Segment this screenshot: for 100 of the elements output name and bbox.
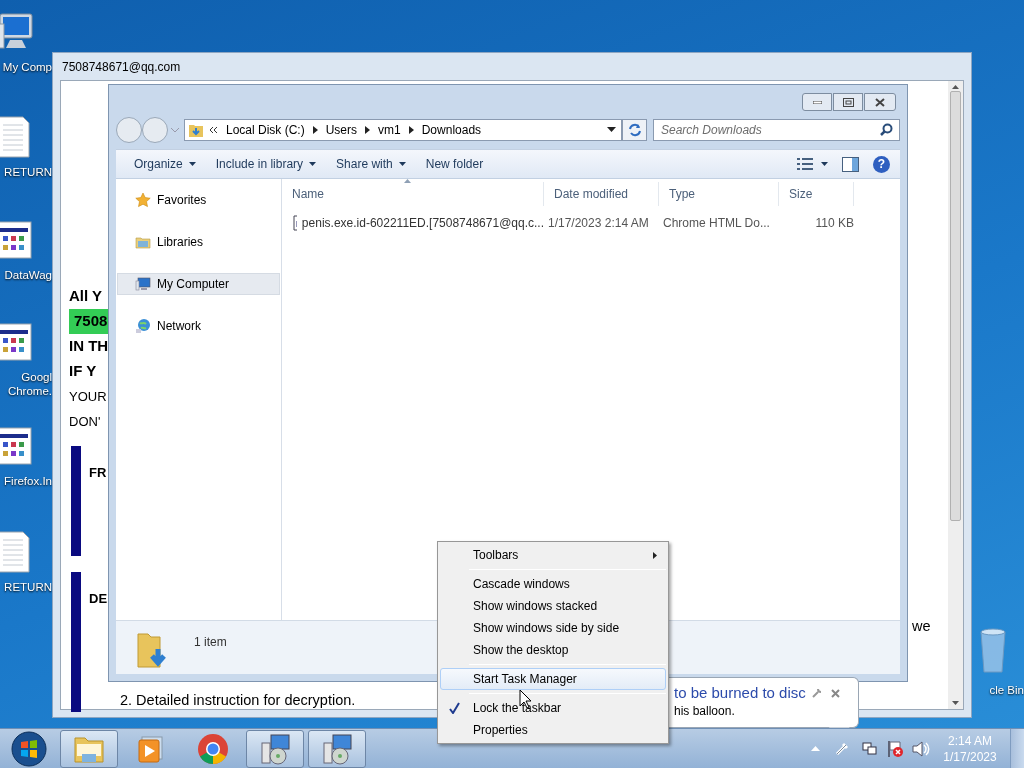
section-heading: FR [89,464,107,482]
taskbar-button[interactable] [308,729,366,768]
setup-icon [320,732,354,765]
menu-label: Cascade windows [473,576,570,593]
text-file-icon [0,115,31,159]
dropdown-caret-icon [188,162,196,166]
taskbar-button[interactable] [246,729,304,768]
menu-label: Show windows stacked [473,598,598,615]
network-icon[interactable] [862,740,878,757]
menu-item[interactable]: Show the desktop [440,639,666,661]
icon-label: RETURN [4,580,52,594]
breadcrumb[interactable]: Downloads [418,120,485,139]
nav-item[interactable]: Libraries [117,231,280,253]
table-cell-text: Chrome HTML Do... [662,215,771,232]
toolbar-button[interactable]: Include in library [205,152,327,176]
toolbar-button[interactable]: New folder [415,152,494,176]
table-cell-text: 1/17/2023 2:14 AM [547,215,650,232]
toolbar-button[interactable]: Share with [326,152,416,176]
column-header[interactable]: Name [282,182,544,206]
menu-label: Show the desktop [473,642,569,659]
nav-item[interactable]: Network [117,315,280,337]
dropdown-caret-icon[interactable] [607,127,616,132]
recycle-bin-icon [978,628,1008,674]
refresh-button[interactable] [622,118,647,141]
help-button[interactable]: ? [873,155,890,173]
menu-label: Toolbars [473,547,519,564]
note-text: IF Y [69,361,98,382]
column-header[interactable]: Size [779,182,854,206]
nav-label: My Computer [157,276,230,293]
application-icon [0,320,32,364]
nav-item[interactable]: Favorites [117,189,280,211]
note-text: All Y [69,286,104,307]
application-icon [0,218,32,262]
column-header[interactable]: Type [659,182,779,206]
note-text: we [912,617,931,636]
nav-label: Libraries [157,234,204,251]
note-text: DON' [69,412,102,431]
nav-item[interactable]: My Computer [117,273,280,295]
menu-label: Properties [473,722,528,739]
menu-item[interactable]: Start Task Manager [440,668,666,690]
clock-time: 2:14 AM [948,732,992,749]
library-icon [135,234,151,250]
breadcrumb[interactable]: Users [322,120,361,139]
browser-icon [197,732,229,765]
taskbar-button[interactable] [60,729,118,768]
computer-icon [135,276,151,292]
search-field[interactable]: Search Downloads [653,118,900,141]
maximize-button[interactable] [833,93,863,111]
icon-label: cle Bin [989,683,1024,698]
balloon-title: to be burned to disc [674,684,806,702]
setup-icon [258,732,292,765]
menu-item[interactable]: Show windows stacked [440,595,666,617]
close-button[interactable] [864,93,896,111]
address-bar[interactable]: Local Disk (C:) Users vm1 Downloads [184,118,622,141]
breadcrumb[interactable]: vm1 [375,120,404,139]
menu-item[interactable]: Cascade windows [440,573,666,595]
views-button[interactable] [797,158,828,170]
restore-icon [842,97,854,107]
windows-logo-icon [11,730,47,767]
icon-label: DataWag [4,268,52,282]
icon-label: Firefox.In [4,474,52,488]
menu-item[interactable]: Show windows side by side [440,617,666,639]
toolbar-button[interactable]: Organize [124,152,206,176]
menu-label: Lock the taskbar [473,700,562,717]
menu-label: Show windows side by side [473,620,620,637]
separator-arrow-icon [312,125,318,134]
clock-date: 1/17/2023 [943,748,997,765]
scrollbar-thumb[interactable] [950,91,961,521]
network-icon [135,318,151,334]
application-icon [0,424,32,468]
wrench-icon [811,688,822,698]
breadcrumb[interactable]: Local Disk (C:) [223,120,308,139]
file-name[interactable]: penis.exe.id-602211ED.[7508748671@qq.c... [301,214,544,232]
refresh-icon [626,122,643,137]
close-icon [875,97,885,107]
icon-label: Chrome. [7,384,52,398]
window-title: 7508748671@qq.com [62,58,181,76]
separator-arrow-icon [365,125,371,134]
icon-label: Googl [21,370,52,384]
dropdown-caret-icon [398,162,406,166]
section-heading: DE [89,590,108,608]
text-file-icon [0,530,31,574]
minimize-icon [812,100,822,104]
speaker-icon[interactable] [912,740,930,757]
media-player-icon [138,734,164,763]
sort-arrow-icon [404,179,411,183]
flag-icon[interactable] [886,739,904,758]
menu-item[interactable]: Toolbars [440,544,666,566]
close-icon[interactable] [830,688,840,698]
dropdown-caret-icon [821,162,828,166]
chevrons-icon [209,125,218,134]
menu-item[interactable]: Lock the taskbar [440,697,666,719]
column-header[interactable]: Date modified [544,182,659,206]
note-text: IN TH [69,336,110,357]
preview-pane-button[interactable] [842,156,859,172]
dropdown-caret-icon [309,162,317,166]
submenu-arrow-icon [653,551,657,559]
separator-arrow-icon [408,125,414,134]
icon-label: RETURN [4,165,52,179]
menu-item[interactable]: Properties [440,719,666,741]
